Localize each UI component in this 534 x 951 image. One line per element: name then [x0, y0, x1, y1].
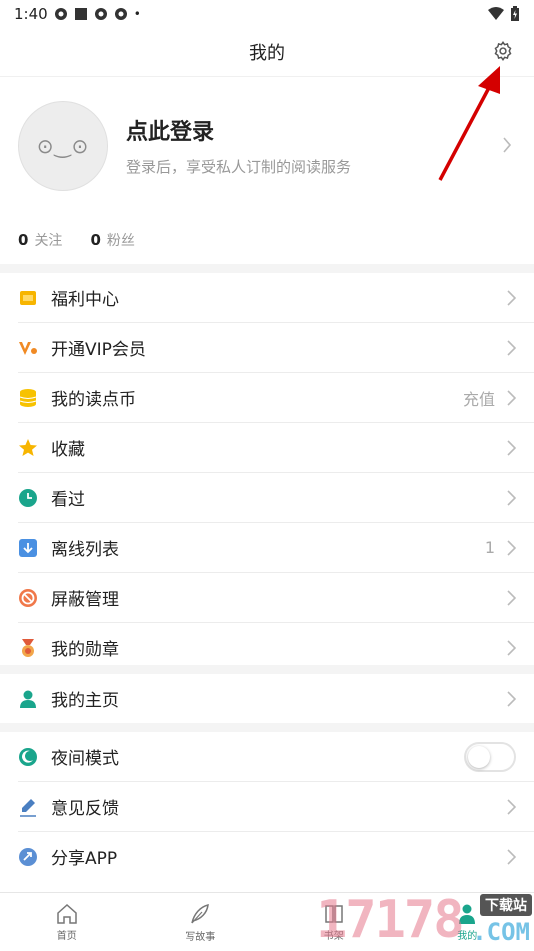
chevron-right-icon	[507, 799, 516, 815]
home-icon	[55, 903, 79, 925]
moon-icon	[18, 747, 38, 767]
chevron-right-icon	[507, 490, 516, 506]
chevron-right-icon	[507, 540, 516, 556]
status-bar: 1:40 •	[0, 0, 534, 28]
section-divider	[0, 665, 534, 674]
menu-item-welfare[interactable]: 福利中心	[18, 273, 534, 323]
tab-label: 首页	[57, 927, 77, 942]
pen-icon	[18, 797, 38, 817]
chevron-right-icon	[507, 691, 516, 707]
star-icon	[18, 438, 38, 458]
fans-count: 0	[90, 231, 100, 249]
recharge-link[interactable]: 充值	[463, 386, 495, 410]
wifi-icon	[488, 7, 504, 21]
menu-label: 意见反馈	[51, 794, 119, 819]
login-title[interactable]: 点此登录	[126, 114, 214, 146]
battery-icon	[510, 6, 520, 22]
status-dot: •	[134, 7, 141, 21]
following-stat[interactable]: 0 关注	[18, 230, 62, 250]
watermark-number: 17178	[316, 890, 463, 950]
menu-item-vip[interactable]: 开通VIP会员	[18, 323, 534, 373]
aperture-icon	[94, 7, 108, 21]
menu-label: 屏蔽管理	[51, 585, 119, 610]
menu-label: 我的主页	[51, 686, 119, 711]
vip-icon	[18, 338, 38, 358]
fans-label: 粉丝	[107, 233, 135, 249]
following-count: 0	[18, 231, 28, 249]
menu-item-favorites[interactable]: 收藏	[18, 423, 534, 473]
settings-button[interactable]	[490, 38, 516, 64]
chevron-right-icon	[507, 440, 516, 456]
tab-home[interactable]: 首页	[0, 893, 134, 951]
chevron-right-icon	[507, 590, 516, 606]
menu-item-block[interactable]: 屏蔽管理	[18, 573, 534, 623]
offline-count: 1	[485, 538, 495, 557]
status-time: 1:40	[14, 5, 48, 23]
page-title: 我的	[249, 39, 285, 65]
menu-item-homepage[interactable]: 我的主页	[18, 674, 534, 723]
gear-icon	[492, 40, 514, 62]
section-divider	[0, 264, 534, 273]
tab-write-story[interactable]: 写故事	[134, 893, 268, 951]
chevron-right-icon	[507, 640, 516, 656]
watermark-domain: .COM	[472, 918, 530, 946]
toggle-knob	[468, 746, 490, 768]
night-mode-toggle[interactable]	[464, 742, 516, 772]
watermark: 17178 下载站 .COM	[312, 888, 534, 950]
menu-item-share[interactable]: 分享APP	[18, 832, 534, 881]
menu-item-feedback[interactable]: 意见反馈	[18, 782, 534, 832]
menu-label: 收藏	[51, 435, 85, 460]
menu-label: 离线列表	[51, 535, 119, 560]
fans-stat[interactable]: 0 粉丝	[90, 230, 134, 250]
gift-icon	[18, 288, 38, 308]
menu-item-offline[interactable]: 离线列表 1	[18, 523, 534, 573]
menu-group-main: 福利中心 开通VIP会员 我的读点币 充值 收藏 看过 离线列表 1 屏蔽管理	[0, 273, 534, 672]
login-subtitle: 登录后，享受私人订制的阅读服务	[126, 156, 351, 177]
watermark-top-text: 下载站	[480, 894, 532, 916]
avatar-face: ⊙‿⊙	[37, 134, 90, 158]
aperture-icon	[114, 7, 128, 21]
chevron-right-icon	[507, 340, 516, 356]
share-icon	[18, 847, 38, 867]
coins-icon	[18, 388, 38, 408]
chevron-right-icon	[507, 390, 516, 406]
tab-label: 写故事	[185, 928, 215, 943]
menu-label: 夜间模式	[51, 744, 119, 769]
menu-label: 我的勋章	[51, 635, 119, 660]
section-divider	[0, 723, 534, 732]
chevron-right-icon	[507, 849, 516, 865]
square-icon	[74, 7, 88, 21]
menu-label: 分享APP	[51, 844, 117, 869]
profile-section[interactable]: ⊙‿⊙ 点此登录 登录后，享受私人订制的阅读服务 0 关注 0 粉丝	[0, 76, 534, 266]
block-icon	[18, 588, 38, 608]
menu-item-history[interactable]: 看过	[18, 473, 534, 523]
following-label: 关注	[34, 233, 62, 249]
menu-item-night-mode: 夜间模式	[18, 732, 534, 782]
clock-icon	[18, 488, 38, 508]
avatar[interactable]: ⊙‿⊙	[18, 101, 108, 191]
menu-item-coins[interactable]: 我的读点币 充值	[18, 373, 534, 423]
aperture-icon	[54, 7, 68, 21]
feather-icon	[188, 902, 212, 926]
chevron-right-icon	[502, 136, 512, 154]
menu-group-home: 我的主页	[0, 674, 534, 723]
stats-row: 0 关注 0 粉丝	[18, 230, 135, 250]
download-icon	[18, 538, 38, 558]
chevron-right-icon	[507, 290, 516, 306]
menu-group-settings: 夜间模式 意见反馈 分享APP	[0, 732, 534, 881]
menu-label: 福利中心	[51, 285, 119, 310]
medal-icon	[18, 638, 38, 658]
menu-label: 看过	[51, 485, 85, 510]
menu-label: 我的读点币	[51, 385, 136, 410]
person-icon	[18, 689, 38, 709]
menu-label: 开通VIP会员	[51, 335, 146, 360]
